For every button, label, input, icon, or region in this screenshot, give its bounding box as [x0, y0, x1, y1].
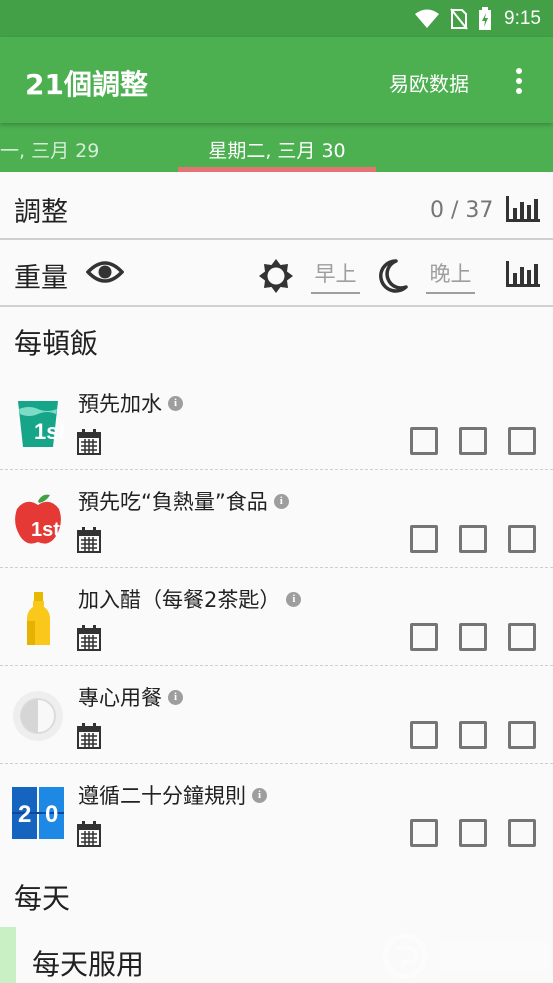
divider [0, 305, 553, 307]
calendar-icon[interactable] [77, 821, 101, 847]
overflow-menu-icon[interactable] [510, 67, 528, 95]
habit-label-text: 預先吃“負熱量”食品 [78, 490, 268, 514]
habit-label-text: 預先加水 [78, 392, 162, 416]
app-bar: 21個調整 易欧数据 [0, 37, 553, 123]
adjustments-row[interactable]: 調整 0 / 37 [0, 172, 553, 239]
habit-row[interactable]: 專心用餐 i [0, 666, 553, 764]
habit-label-text: 加入醋（每餐2茶匙） [78, 588, 281, 612]
digit-right: 0 [45, 801, 58, 828]
habit-label: 預先加水 i [78, 388, 183, 418]
evening-weight-input[interactable]: 晚上 [426, 258, 475, 294]
checkbox-2[interactable] [459, 525, 487, 553]
habit-row[interactable]: 2 0 遵循二十分鐘規則 i [0, 764, 553, 862]
info-icon[interactable]: i [252, 787, 267, 803]
checkbox-3[interactable] [508, 427, 536, 455]
adjustments-count: 0 / 37 [430, 198, 494, 223]
habit-label: 加入醋（每餐2茶匙） i [78, 584, 302, 614]
checkbox-2[interactable] [459, 427, 487, 455]
calendar-icon[interactable] [77, 527, 101, 553]
checkbox-2[interactable] [459, 623, 487, 651]
habit-badge: 1st [31, 519, 60, 541]
no-sim-icon [450, 7, 468, 30]
status-time: 9:15 [504, 7, 541, 29]
checkbox-3[interactable] [508, 721, 536, 749]
mindful-plate-icon [13, 691, 63, 741]
checkbox-1[interactable] [410, 525, 438, 553]
info-icon[interactable]: i [273, 493, 289, 509]
tab-previous-day[interactable]: 一, 三月 29 [0, 136, 99, 163]
battery-charging-icon [479, 6, 492, 30]
checkbox-2[interactable] [459, 721, 487, 749]
twenty-minute-icon: 2 0 [12, 787, 64, 839]
habit-badge: 1st [34, 419, 64, 444]
habit-label-text: 專心用餐 [78, 686, 162, 710]
data-menu-button[interactable]: 易欧数据 [389, 68, 469, 97]
adjustments-label: 調整 [14, 197, 68, 228]
daily-dose-label: 每天服用 [32, 948, 145, 981]
section-every-meal: 每頓飯 [14, 327, 99, 360]
info-icon[interactable]: i [286, 591, 302, 607]
watermark-logo [383, 933, 549, 979]
tab-indicator [178, 167, 376, 172]
status-icons: 9:15 [414, 0, 541, 37]
checkbox-1[interactable] [410, 427, 438, 455]
app-title: 21個調整 [25, 68, 148, 101]
weight-row: 重量 早上 晚上 [0, 240, 553, 305]
water-glass-icon: 1st [18, 401, 64, 447]
wifi-icon [415, 9, 440, 28]
habit-row[interactable]: 1st 預先加水 i [0, 372, 553, 470]
calendar-icon[interactable] [77, 723, 101, 749]
checkbox-3[interactable] [508, 525, 536, 553]
info-icon[interactable]: i [168, 689, 183, 705]
daily-accent [0, 927, 16, 983]
digit-left: 2 [18, 801, 31, 828]
habit-label: 專心用餐 i [78, 682, 183, 712]
eye-icon[interactable] [86, 258, 124, 286]
checkbox-3[interactable] [508, 623, 536, 651]
checkbox-1[interactable] [410, 819, 438, 847]
checkbox-2[interactable] [459, 819, 487, 847]
checkbox-3[interactable] [508, 819, 536, 847]
sun-icon [259, 259, 293, 293]
apple-icon: 1st [15, 494, 61, 544]
bar-chart-icon[interactable] [505, 261, 540, 287]
checkbox-1[interactable] [410, 721, 438, 749]
bar-chart-icon[interactable] [505, 196, 540, 222]
calendar-icon[interactable] [77, 625, 101, 651]
weight-label: 重量 [14, 263, 68, 294]
status-bar: 9:15 [0, 0, 553, 37]
vinegar-bottle-icon [27, 592, 50, 645]
habit-label: 預先吃“負熱量”食品 i [78, 486, 289, 516]
tab-current-day[interactable]: 星期二, 三月 30 [178, 136, 376, 163]
info-icon[interactable]: i [168, 395, 183, 411]
habit-row[interactable]: 加入醋（每餐2茶匙） i [0, 568, 553, 666]
checkbox-1[interactable] [410, 623, 438, 651]
section-every-day: 每天 [14, 882, 71, 915]
calendar-icon[interactable] [77, 429, 101, 455]
morning-weight-input[interactable]: 早上 [311, 258, 360, 294]
habit-label: 遵循二十分鐘規則 i [78, 780, 267, 810]
habit-label-text: 遵循二十分鐘規則 [78, 784, 246, 808]
date-tabs: 一, 三月 29 星期二, 三月 30 [0, 123, 553, 172]
moon-icon [379, 259, 408, 293]
habit-row[interactable]: 1st 預先吃“負熱量”食品 i [0, 470, 553, 568]
